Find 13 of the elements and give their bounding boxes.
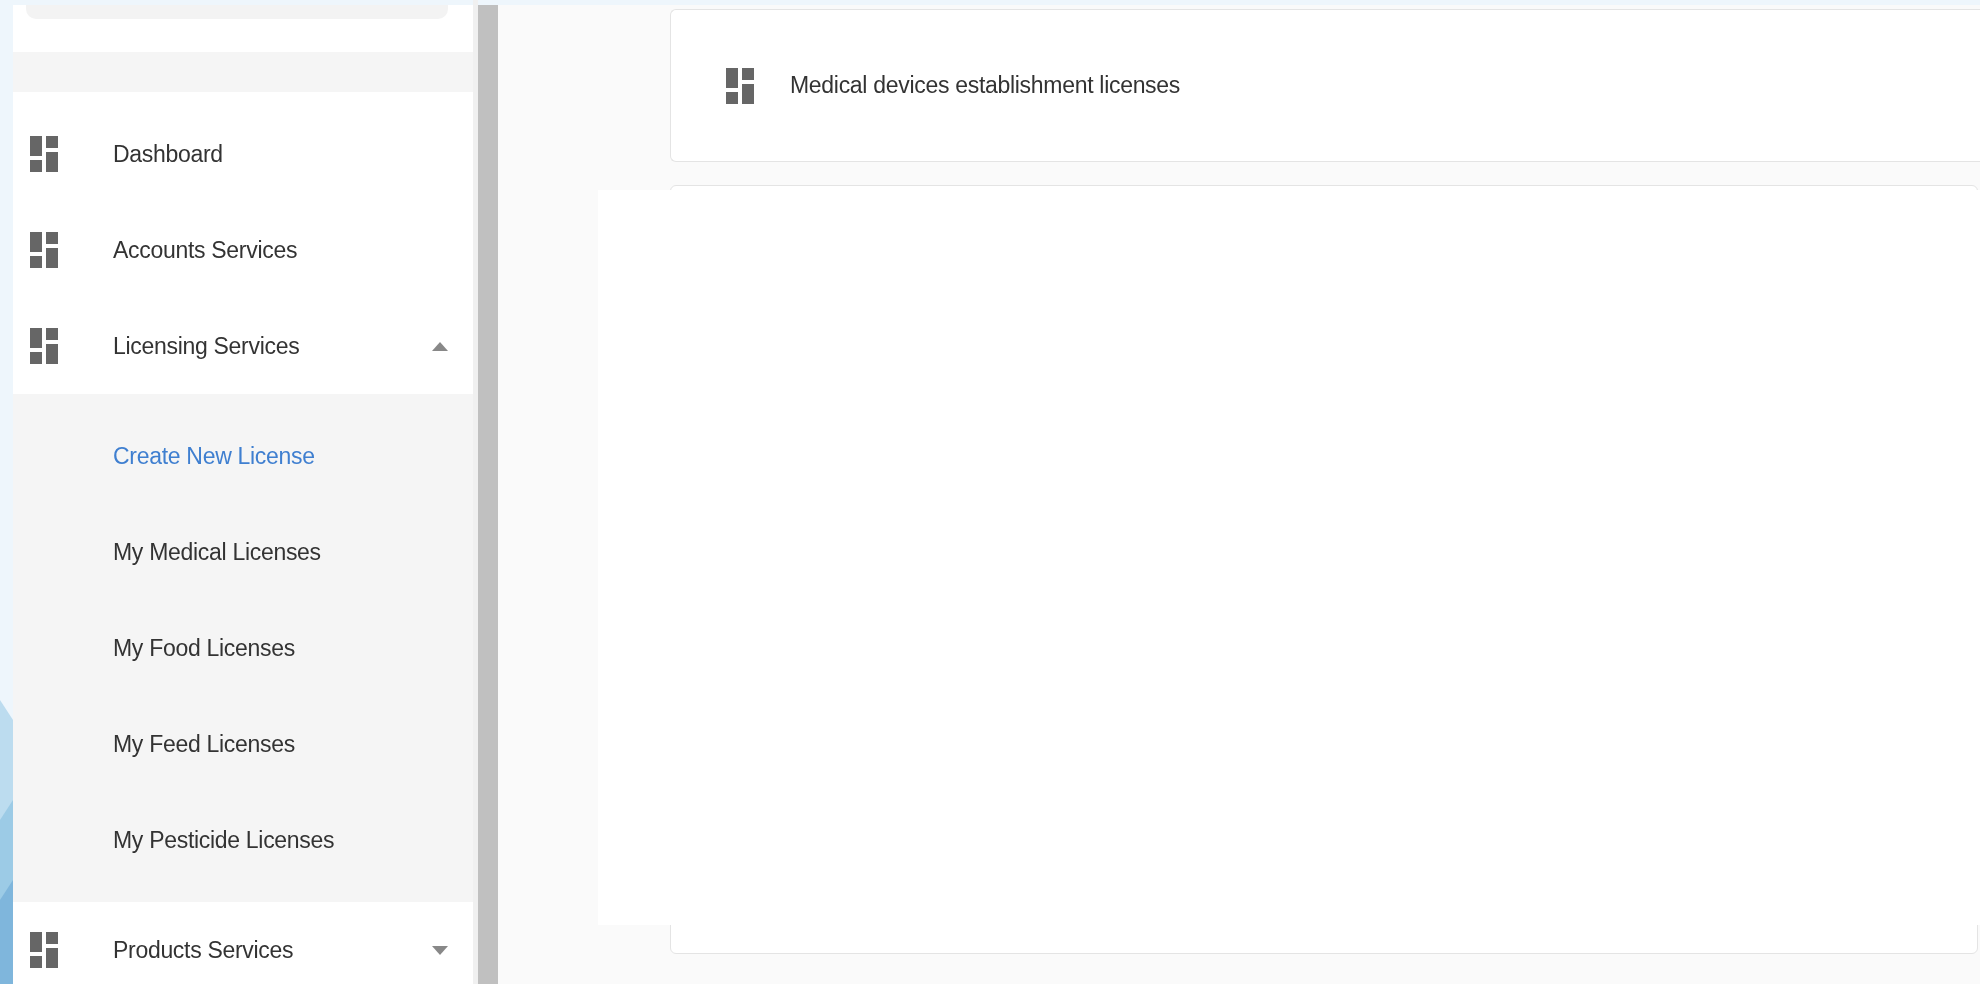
dashboard-icon xyxy=(726,67,754,104)
dashboard-icon xyxy=(30,328,58,364)
submenu-item[interactable]: My Medical Licenses xyxy=(13,504,473,600)
scrollbar[interactable] xyxy=(478,5,498,984)
card-title: Medical devices establishment licenses xyxy=(790,72,1180,99)
submenu-item[interactable]: My Food Licenses xyxy=(13,600,473,696)
dashboard-icon xyxy=(30,232,58,268)
submenu-item[interactable]: My Feed Licenses xyxy=(13,696,473,792)
dashboard-icon xyxy=(30,136,58,172)
submenu-item[interactable]: My Pesticide Licenses xyxy=(13,792,473,888)
dashboard-icon xyxy=(30,932,58,968)
submenu-item[interactable]: Create New License xyxy=(13,408,473,504)
license-card[interactable]: Medical devices establishment licenses xyxy=(670,9,1980,162)
